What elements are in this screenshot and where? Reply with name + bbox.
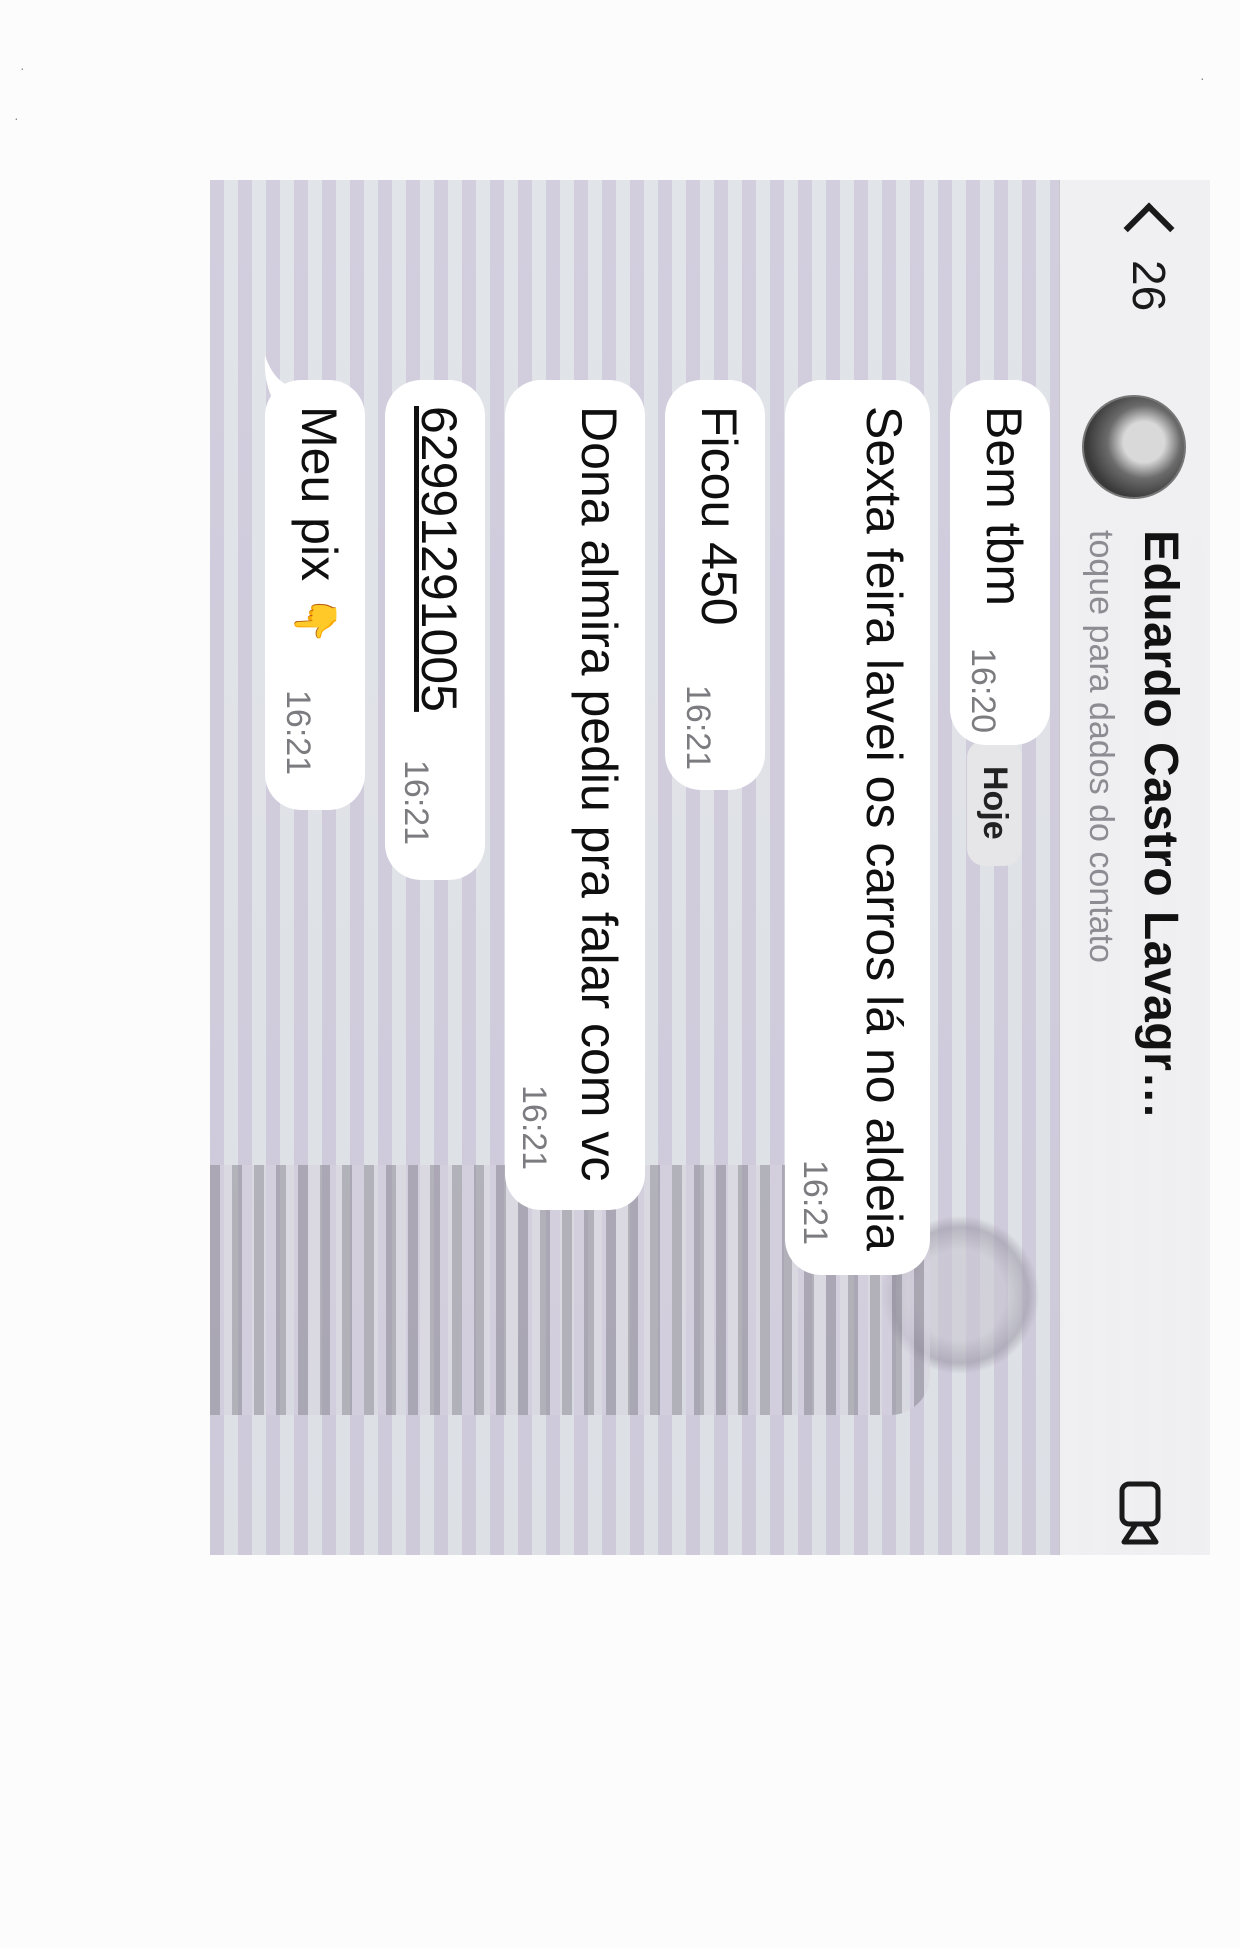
- message-time: 16:20: [964, 648, 1002, 734]
- message-bubble[interactable]: Bem tbm 16:20: [950, 380, 1050, 745]
- scanned-page: · · · 26 Eduardo Castro Lavagr… toque pa…: [0, 0, 1240, 1948]
- message-text: Bem tbm: [976, 406, 1032, 607]
- video-call-button[interactable]: [1110, 1480, 1170, 1548]
- phone-number-link[interactable]: 62991291005: [410, 406, 467, 712]
- chevron-left-icon: [1123, 202, 1175, 254]
- message-time: 16:21: [515, 1085, 553, 1171]
- scan-speck: ·: [14, 110, 19, 126]
- unread-count: 26: [1123, 260, 1175, 312]
- message-bubble[interactable]: Meu pix 👇 16:21: [265, 380, 365, 810]
- contact-avatar[interactable]: [1082, 395, 1186, 499]
- message-bubble[interactable]: Dona almira pediu pra falar com vc 16:21: [505, 380, 645, 1210]
- message-text: Ficou 450: [691, 406, 747, 626]
- message-text: Sexta feira lavei os carros lá no aldeia: [856, 406, 912, 1251]
- bubble-tail: [264, 355, 305, 410]
- message-time: 16:21: [679, 685, 717, 771]
- back-button[interactable]: 26: [1114, 202, 1184, 312]
- message-bubble[interactable]: Ficou 450 16:21: [665, 380, 765, 790]
- video-call-icon: [1119, 1481, 1161, 1545]
- message-time: 16:21: [279, 690, 317, 776]
- message-bubble[interactable]: 62991291005 16:21: [385, 380, 485, 880]
- chat-screen: 26 Eduardo Castro Lavagr… toque para dad…: [210, 180, 1210, 1555]
- message-text: Meu pix 👇: [290, 406, 347, 645]
- message-bubble[interactable]: Sexta feira lavei os carros lá no aldeia…: [785, 380, 930, 1275]
- message-text-content: Meu pix: [291, 406, 347, 582]
- scan-speck: ·: [1200, 70, 1205, 86]
- date-separator: Hoje: [967, 740, 1022, 866]
- chat-header: 26 Eduardo Castro Lavagr… toque para dad…: [1059, 180, 1210, 1555]
- message-time: 16:21: [796, 1160, 834, 1246]
- contact-name[interactable]: Eduardo Castro Lavagr…: [1133, 530, 1188, 1120]
- pointing-down-icon: 👇: [293, 594, 338, 645]
- message-text: Dona almira pediu pra falar com vc: [571, 406, 627, 1182]
- contact-subtitle[interactable]: toque para dados do contato: [1081, 530, 1120, 963]
- message-time: 16:21: [397, 760, 435, 846]
- scan-speck: ·: [20, 60, 25, 76]
